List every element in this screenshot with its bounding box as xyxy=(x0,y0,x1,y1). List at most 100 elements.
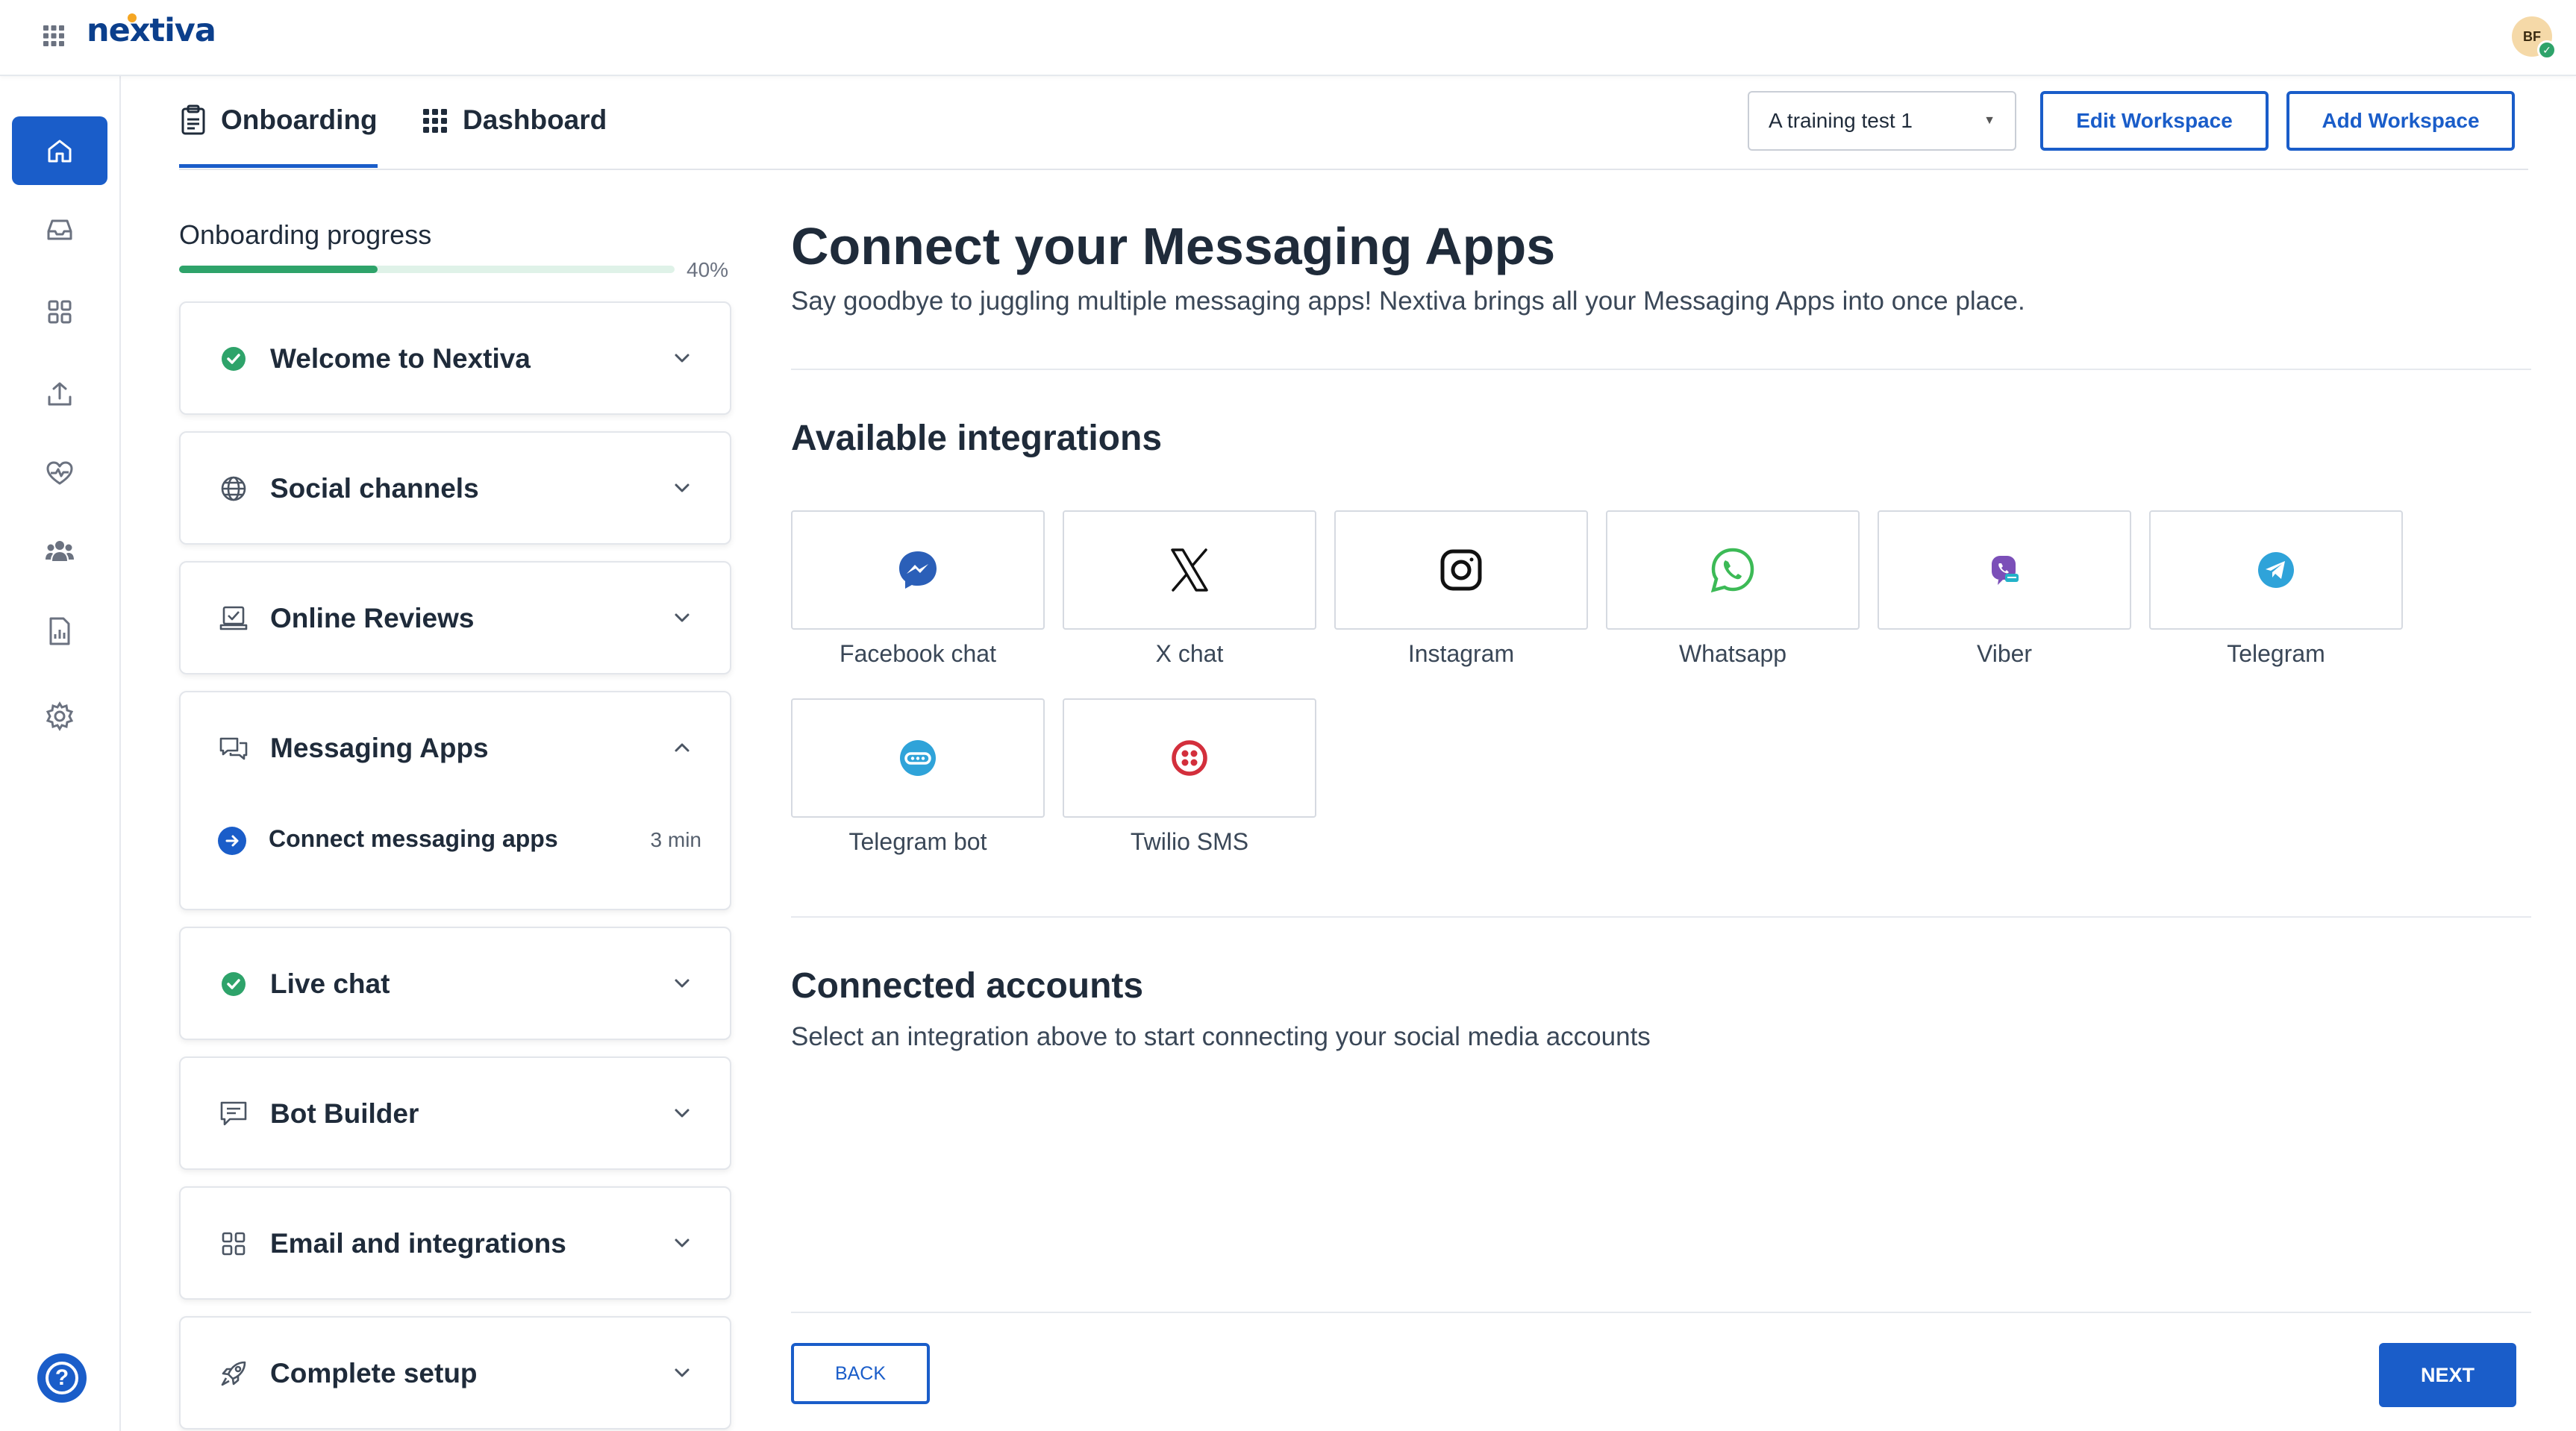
integration-label: Facebook chat xyxy=(840,640,996,667)
integration-label: Whatsapp xyxy=(1678,640,1787,667)
heart-pulse-icon xyxy=(46,461,73,485)
apps-grid-icon xyxy=(48,300,72,324)
integration-twilio-sms[interactable] xyxy=(1063,698,1316,818)
progress-bar-fill xyxy=(179,266,378,273)
workspace-select[interactable]: A training test 1 ▼ xyxy=(1748,91,2016,151)
substep-connect-messaging-apps[interactable]: Connect messaging apps 3 min xyxy=(218,824,701,861)
step-card-complete-setup[interactable]: Complete setup xyxy=(179,1316,731,1430)
integration-label: Viber xyxy=(1976,640,2033,667)
help-icon: ? xyxy=(46,1362,78,1394)
integration-label: Twilio SMS xyxy=(1130,828,1249,855)
rail-health[interactable] xyxy=(12,439,107,507)
rail-apps[interactable] xyxy=(12,278,107,346)
chevron-down-icon xyxy=(669,1230,695,1256)
step-title: Complete setup xyxy=(270,1358,478,1388)
integration-facebook-chat[interactable] xyxy=(791,510,1045,630)
inbox-icon xyxy=(47,219,72,240)
step-card-bot-builder[interactable]: Bot Builder xyxy=(179,1056,731,1170)
check-circle-icon xyxy=(218,968,249,1000)
step-title: Messaging Apps xyxy=(270,733,489,763)
nextiva-logo[interactable]: nextiva xyxy=(87,12,216,49)
whatsapp-icon xyxy=(1710,548,1754,593)
viber-icon xyxy=(1992,556,2019,585)
step-title: Email and integrations xyxy=(270,1228,566,1259)
step-card-reviews[interactable]: Online Reviews xyxy=(179,561,731,674)
step-card-social[interactable]: Social channels xyxy=(179,431,731,545)
next-button[interactable]: NEXT xyxy=(2379,1343,2516,1407)
x-logo-icon xyxy=(1171,548,1208,592)
back-button[interactable]: BACK xyxy=(791,1343,930,1404)
chevron-down-icon xyxy=(669,970,695,997)
connected-accounts-heading: Connected accounts xyxy=(791,966,1144,1006)
rail-reports[interactable] xyxy=(12,597,107,666)
app-grid-icon[interactable] xyxy=(40,22,67,49)
integration-instagram[interactable] xyxy=(1334,510,1588,630)
help-button[interactable]: ? xyxy=(37,1353,87,1403)
avatar[interactable]: BF ✓ xyxy=(2512,16,2557,60)
rail-contacts[interactable] xyxy=(12,516,107,585)
squares-icon xyxy=(218,1228,249,1259)
chevron-up-icon xyxy=(669,734,695,761)
chevron-down-icon xyxy=(669,345,695,372)
connected-accounts-hint: Select an integration above to start con… xyxy=(791,1022,1651,1051)
substep-duration: 3 min xyxy=(650,828,701,851)
divider xyxy=(791,916,2531,918)
globe-icon xyxy=(218,473,249,504)
divider xyxy=(791,369,2531,370)
step-title: Live chat xyxy=(270,968,390,999)
caret-down-icon: ▼ xyxy=(1983,114,1995,127)
footer-divider xyxy=(791,1312,2531,1313)
online-check-icon: ✓ xyxy=(2537,40,2557,60)
add-workspace-button[interactable]: Add Workspace xyxy=(2286,91,2515,151)
telegram-bot-icon xyxy=(900,740,936,776)
integration-label: Telegram bot xyxy=(848,828,987,855)
step-card-email[interactable]: Email and integrations xyxy=(179,1186,731,1300)
rail-upload[interactable] xyxy=(12,360,107,428)
rail-settings[interactable] xyxy=(12,682,107,751)
contacts-icon xyxy=(46,541,74,561)
progress-bar xyxy=(179,266,675,273)
step-card-welcome[interactable]: Welcome to Nextiva xyxy=(179,301,731,415)
rail-inbox[interactable] xyxy=(12,195,107,264)
chevron-down-icon xyxy=(669,1100,695,1127)
step-card-messaging[interactable]: Messaging Apps Connect messaging apps 3 … xyxy=(179,691,731,910)
integration-label: Telegram xyxy=(2227,640,2325,667)
page-subtitle: Say goodbye to juggling multiple messagi… xyxy=(791,286,2025,316)
upload-icon xyxy=(48,382,72,406)
tab-dashboard[interactable]: Dashboard xyxy=(421,104,607,136)
left-rail xyxy=(0,76,121,1431)
integration-x-chat[interactable] xyxy=(1063,510,1316,630)
integration-whatsapp[interactable] xyxy=(1606,510,1860,630)
step-title: Online Reviews xyxy=(270,603,475,633)
step-title: Welcome to Nextiva xyxy=(270,343,531,374)
progress-percent: 40% xyxy=(687,258,729,281)
report-icon xyxy=(49,617,70,645)
top-bar: nextiva BF ✓ xyxy=(0,0,2576,76)
arrow-right-circle-icon xyxy=(218,827,246,855)
integration-telegram-bot[interactable] xyxy=(791,698,1045,818)
available-integrations-heading: Available integrations xyxy=(791,419,1163,458)
step-title: Bot Builder xyxy=(270,1098,419,1129)
grid-dots-icon xyxy=(423,109,447,133)
messenger-icon xyxy=(899,551,937,589)
chevron-down-icon xyxy=(669,604,695,631)
edit-workspace-button[interactable]: Edit Workspace xyxy=(2040,91,2269,151)
telegram-icon xyxy=(2258,552,2294,588)
tab-onboarding[interactable]: Onboarding xyxy=(179,104,378,168)
page-title: Connect your Messaging Apps xyxy=(791,217,1556,275)
step-title: Social channels xyxy=(270,473,479,504)
rocket-icon xyxy=(218,1358,249,1389)
clipboard-icon xyxy=(181,104,205,135)
substep-label: Connect messaging apps xyxy=(269,825,558,852)
chevron-down-icon xyxy=(669,1359,695,1386)
step-card-live-chat[interactable]: Live chat xyxy=(179,927,731,1040)
chat-bubbles-icon xyxy=(218,733,249,764)
rail-home[interactable] xyxy=(12,116,107,185)
home-icon xyxy=(48,140,72,163)
message-square-icon xyxy=(218,1098,249,1130)
check-circle-icon xyxy=(218,343,249,375)
gear-icon xyxy=(46,701,74,731)
integration-telegram[interactable] xyxy=(2149,510,2403,630)
integration-viber[interactable] xyxy=(1878,510,2131,630)
avatar-initials: BF xyxy=(2523,28,2541,44)
